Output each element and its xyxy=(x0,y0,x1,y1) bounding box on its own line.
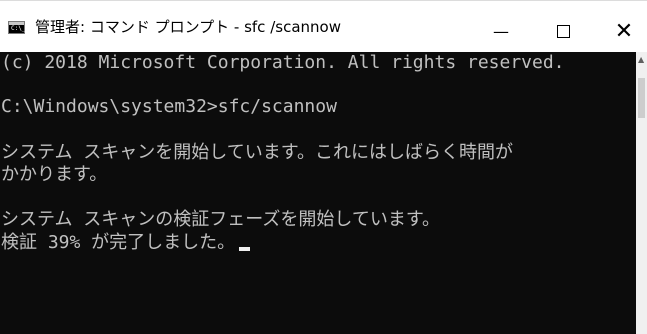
title-bar[interactable]: C:\_ 管理者: コマンド プロンプト - sfc /scannow — ✕ xyxy=(0,0,647,53)
minimize-icon: — xyxy=(493,21,509,41)
minimize-button[interactable]: — xyxy=(478,11,524,51)
vertical-scrollbar[interactable]: ▲ xyxy=(636,52,647,334)
cmd-icon[interactable]: C:\_ xyxy=(8,21,25,34)
text-cursor xyxy=(239,247,251,251)
progress-text: 検証 39% が完了しました。 xyxy=(1,232,236,253)
command-prompt-window: C:\_ 管理者: コマンド プロンプト - sfc /scannow — ✕ … xyxy=(0,0,647,334)
cmd-icon-glyph: C:\_ xyxy=(11,25,26,32)
maximize-button[interactable] xyxy=(540,11,586,51)
console-line-start-scan: システム スキャンを開始しています。これにはしばらく時間が xyxy=(1,142,513,163)
console-line-verify-phase: システム スキャンの検証フェーズを開始しています。 xyxy=(1,209,441,230)
console-line-command: C:\Windows\system32>sfc/scannow xyxy=(1,96,337,117)
console-line-copyright: (c) 2018 Microsoft Corporation. All righ… xyxy=(1,52,565,73)
scroll-up-arrow-icon[interactable]: ▲ xyxy=(638,56,644,64)
maximize-icon xyxy=(556,24,570,38)
console-line-progress: 検証 39% が完了しました。 xyxy=(1,232,251,254)
console-output[interactable]: (c) 2018 Microsoft Corporation. All righ… xyxy=(0,52,636,334)
close-button[interactable]: ✕ xyxy=(601,11,647,51)
close-icon: ✕ xyxy=(614,18,634,44)
scroll-thumb[interactable] xyxy=(638,78,645,118)
console-line-wait: かかります。 xyxy=(1,164,108,185)
window-title: 管理者: コマンド プロンプト - sfc /scannow xyxy=(35,18,341,36)
